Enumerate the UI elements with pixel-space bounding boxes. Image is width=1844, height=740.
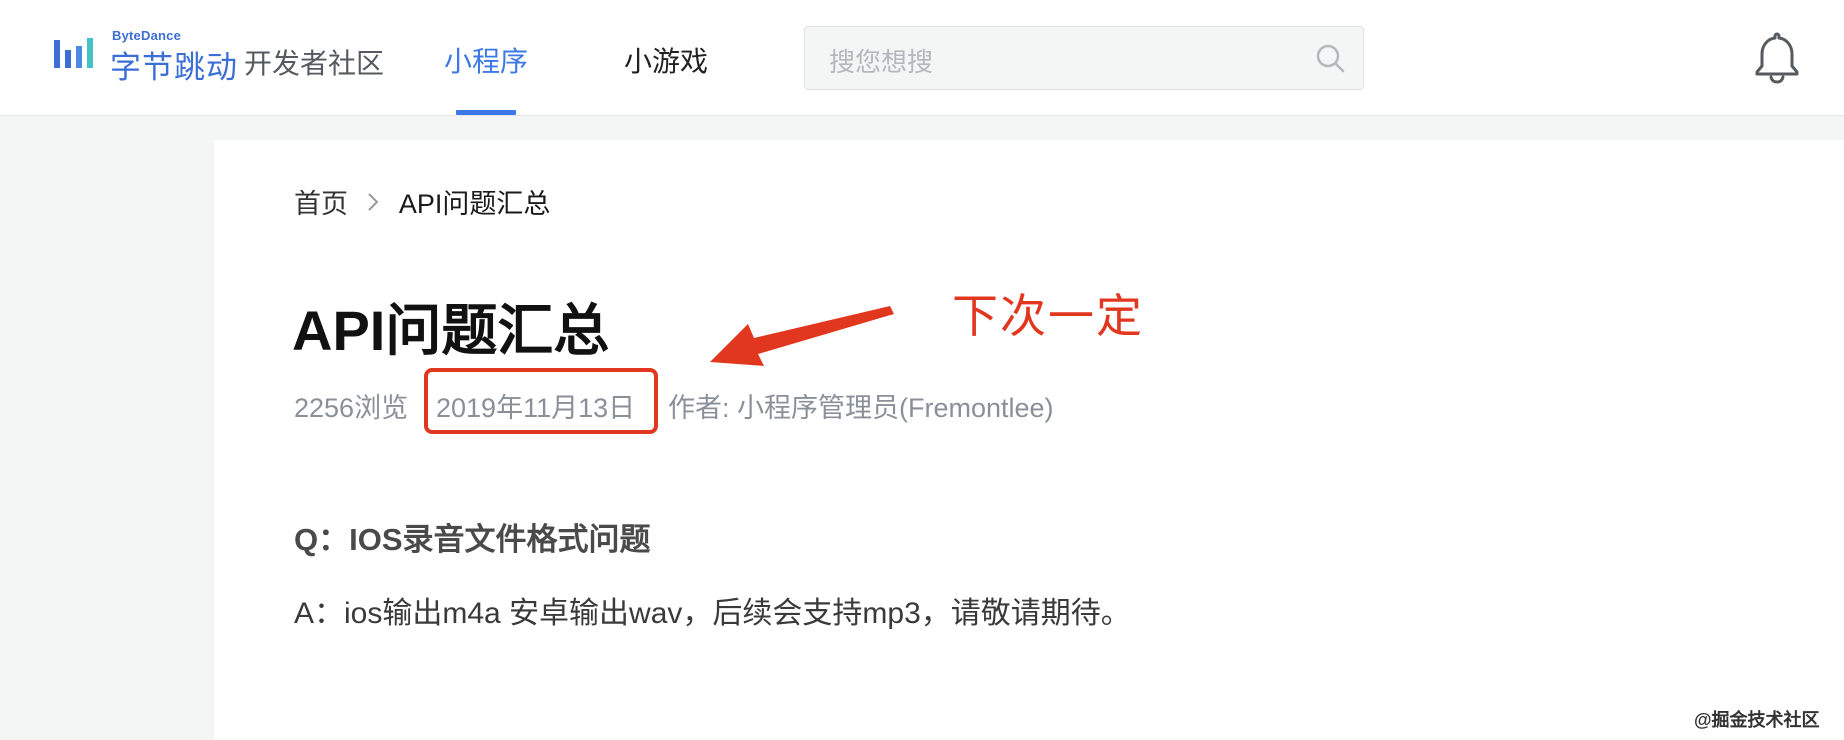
watermark-text: @掘金技术社区 bbox=[1694, 710, 1820, 730]
logo-chinese-text: 字节跳动 bbox=[110, 50, 238, 85]
tab-mini-program[interactable]: 小程序 bbox=[444, 40, 528, 80]
logo-english-text: ByteDance bbox=[112, 28, 181, 43]
search-input[interactable]: 搜您想搜 bbox=[804, 26, 1364, 90]
search-placeholder: 搜您想搜 bbox=[829, 47, 934, 77]
breadcrumb: 首页 API问题汇总 bbox=[294, 182, 550, 222]
search-icon[interactable] bbox=[1315, 43, 1345, 73]
chevron-right-icon bbox=[366, 189, 380, 220]
article-meta: 2256浏览 2019年11月13日 作者: 小程序管理员(Fremontlee… bbox=[294, 386, 1054, 425]
breadcrumb-current: API问题汇总 bbox=[398, 189, 551, 219]
article-card: 首页 API问题汇总 API问题汇总 2256浏览 2019年11月13日 作者… bbox=[214, 140, 1844, 740]
logo-community-text: 开发者社区 bbox=[244, 48, 385, 79]
breadcrumb-home-link[interactable]: 首页 bbox=[294, 189, 348, 219]
top-header: ByteDance 字节跳动 开发者社区 小程序 小游戏 搜您想搜 bbox=[0, 0, 1844, 116]
bar-chart-logo-icon bbox=[54, 38, 93, 68]
bell-icon[interactable] bbox=[1754, 30, 1800, 84]
annotation-highlight-box bbox=[424, 368, 658, 434]
annotation-arrow-icon bbox=[710, 306, 894, 366]
active-tab-indicator bbox=[456, 110, 516, 115]
answer-text: A：ios输出m4a 安卓输出wav，后续会支持mp3，请敬请期待。 bbox=[294, 597, 1131, 630]
author-info[interactable]: 作者: 小程序管理员(Fremontlee) bbox=[668, 386, 1054, 425]
article-title: API问题汇总 bbox=[292, 299, 610, 362]
question-heading: Q：IOS录音文件格式问题 bbox=[294, 522, 651, 557]
view-count: 2256浏览 bbox=[294, 393, 409, 423]
tab-mini-game[interactable]: 小游戏 bbox=[624, 40, 708, 80]
annotation-text: 下次一定 bbox=[952, 290, 1144, 342]
